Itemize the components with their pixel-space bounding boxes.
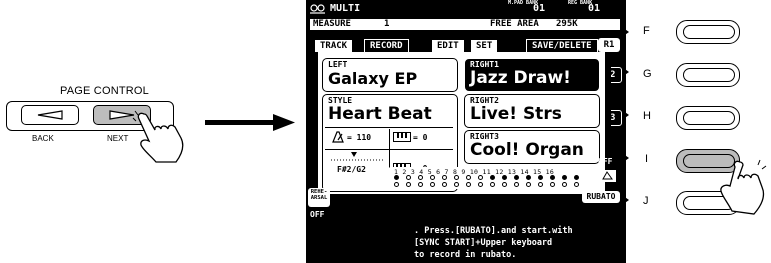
track-dot xyxy=(514,175,519,180)
page-control-label: PAGE CONTROL xyxy=(60,85,149,97)
button-label-h: H xyxy=(643,110,651,122)
track-dot xyxy=(406,175,411,180)
pad-bank-value: 01 xyxy=(533,3,546,14)
tab-save-delete[interactable]: SAVE/DELETE xyxy=(526,39,598,53)
right-arrow-icon xyxy=(205,114,295,131)
tab-track[interactable]: TRACK xyxy=(314,39,354,53)
rehearsal-state: OFF xyxy=(310,210,325,219)
track-dot xyxy=(430,182,435,187)
tab-record[interactable]: RECORD xyxy=(364,39,409,52)
message-line-2: [SYNC START]+Upper keyboard xyxy=(414,238,553,248)
message-line-1: . Press.[RUBATO].and start.with xyxy=(414,226,573,236)
r-off-state: OFF xyxy=(598,157,613,166)
metronome-icon xyxy=(332,131,344,143)
track-dot xyxy=(490,175,495,180)
right3-voice-name: Cool! Organ xyxy=(470,140,584,160)
right2-voice-name: Live! Strs xyxy=(470,104,562,124)
r1-tab[interactable]: R1 xyxy=(598,38,620,52)
track-dot xyxy=(526,182,531,187)
right3-voice-field[interactable]: RIGHT3 Cool! Organ xyxy=(464,130,600,164)
track-dot xyxy=(574,175,579,180)
left-triangle-icon xyxy=(37,110,63,120)
right1-voice-name: Jazz Draw! xyxy=(470,68,571,88)
button-label-i: I xyxy=(645,153,649,165)
free-area-label: FREE AREA xyxy=(490,19,539,29)
back-button[interactable] xyxy=(21,105,79,125)
rubato-icon xyxy=(600,170,616,182)
track-dot xyxy=(514,182,519,187)
track-dot xyxy=(562,182,567,187)
track-dot xyxy=(502,175,507,180)
reg-bank-value: 01 xyxy=(588,3,601,14)
key-value: F#2/G2 xyxy=(337,165,366,174)
back-label: BACK xyxy=(32,134,54,143)
left-voice-field[interactable]: LEFT Galaxy EP xyxy=(322,58,458,92)
measure-label: MEASURE xyxy=(313,19,351,29)
track-dot xyxy=(418,175,423,180)
track-dot xyxy=(466,175,471,180)
track-dot xyxy=(466,182,471,187)
track-dot xyxy=(490,182,495,187)
button-label-f: F xyxy=(643,25,650,37)
style-volume-icon xyxy=(393,132,411,142)
track-indicator: 1 2 3 4 5 6 7 8 9 10 11 12 13 14 15 16 xyxy=(388,167,590,189)
track-dot xyxy=(502,182,507,187)
track-dot xyxy=(478,182,483,187)
mode-label: MULTI xyxy=(330,3,361,14)
track-dot xyxy=(550,175,555,180)
f-button[interactable] xyxy=(676,20,740,44)
measure-value: 1 xyxy=(384,19,390,29)
tab-edit[interactable]: EDIT xyxy=(431,39,465,53)
track-dot xyxy=(430,175,435,180)
multi-pad-icon xyxy=(310,4,325,14)
tempo-value: = 110 xyxy=(347,133,372,142)
style-name: Heart Beat xyxy=(328,104,432,124)
side-arrow-markers xyxy=(622,27,629,205)
track-dot xyxy=(454,175,459,180)
message-line-3: to record in rubato. xyxy=(414,250,517,260)
left-voice-name: Galaxy EP xyxy=(328,69,418,88)
split-point-icon xyxy=(331,152,383,161)
h-button[interactable] xyxy=(676,106,740,130)
track-dot xyxy=(574,182,579,187)
track-dot xyxy=(454,182,459,187)
button-label-g: G xyxy=(643,68,652,80)
pressing-hand-icon-right xyxy=(720,159,767,215)
track-dot xyxy=(418,182,423,187)
rubato-tab[interactable]: RUBATO xyxy=(582,191,620,203)
track-dot xyxy=(394,182,399,187)
free-area-value: 295K xyxy=(556,19,578,29)
pressing-hand-icon xyxy=(132,110,184,163)
track-dot xyxy=(550,182,555,187)
track-dot xyxy=(442,182,447,187)
right2-voice-field[interactable]: RIGHT2 Live! Strs xyxy=(464,94,600,128)
left-label: LEFT xyxy=(328,60,348,69)
track-dot xyxy=(562,175,567,180)
measure-bar: MEASURE 1 FREE AREA 295K xyxy=(310,19,620,30)
track-dot xyxy=(406,182,411,187)
style-volume-value: = 0 xyxy=(413,133,428,142)
right1-voice-field[interactable]: RIGHT1 Jazz Draw! xyxy=(464,58,600,92)
lcd-screen: MULTI M.PAD BANK 01 REG BANK 01 MEASURE … xyxy=(306,0,626,263)
next-label: NEXT xyxy=(107,134,129,143)
track-dot xyxy=(442,175,447,180)
track-dot xyxy=(526,175,531,180)
button-label-j: J xyxy=(643,195,649,207)
tab-setup[interactable]: SET UP xyxy=(470,39,499,63)
track-dot xyxy=(394,175,399,180)
track-dot xyxy=(538,182,543,187)
rehearsal-button[interactable]: REHE-ARSAL xyxy=(308,188,330,207)
track-dot xyxy=(538,175,543,180)
g-button[interactable] xyxy=(676,63,740,87)
track-dot xyxy=(478,175,483,180)
